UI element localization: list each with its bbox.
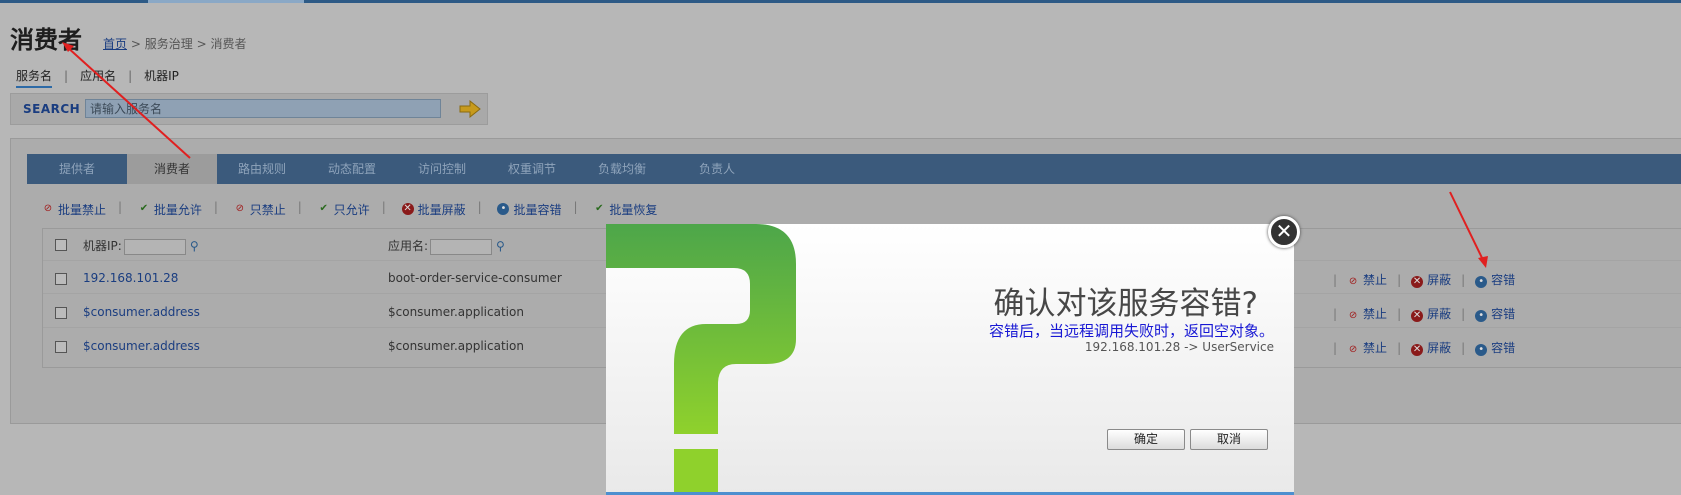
tolerance-icon: • [1475, 310, 1488, 322]
shield-icon: ✕ [1411, 276, 1424, 288]
search-mode-tabs: 服务名 | 应用名 | 机器IP [16, 67, 179, 88]
ip-filter: 机器IP: ⚲ [83, 237, 199, 255]
tab-dynamic-config[interactable]: 动态配置 [307, 154, 397, 184]
batch-actions-bar: ⊘ 批量禁止 | ✔ 批量允许 | ⊘ 只禁止 | ✔ 只允许 | ✕ 批量屏蔽 | • 批量容错 | … [42, 200, 658, 218]
consumer-ip-link[interactable]: $consumer.address [83, 305, 200, 319]
ban-icon: ⊘ [235, 203, 244, 214]
consumer-app: boot-order-service-consumer [388, 271, 562, 285]
row-actions: | ⊘ 禁止 | ✕ 屏蔽 | • 容错 [1333, 307, 1516, 322]
consumer-app: $consumer.application [388, 339, 524, 353]
magnifier-icon[interactable]: ⚲ [496, 239, 505, 253]
tolerance-icon: • [497, 203, 510, 215]
batch-disable-button[interactable]: ⊘ 批量禁止 [42, 201, 106, 218]
governance-tabs: 提供者 消费者 路由规则 动态配置 访问控制 权重调节 负载均衡 负责人 [27, 154, 1681, 184]
tolerance-link[interactable]: 容错 [1491, 273, 1515, 287]
close-icon[interactable]: ✕ [1268, 216, 1300, 248]
tab-weights[interactable]: 权重调节 [487, 154, 577, 184]
row-checkbox[interactable] [55, 307, 67, 319]
subtab-machine-ip[interactable]: 机器IP [144, 67, 179, 84]
tab-consumers[interactable]: 消费者 [127, 154, 217, 184]
shield-link[interactable]: 屏蔽 [1427, 307, 1451, 321]
disable-link[interactable]: 禁止 [1363, 341, 1387, 355]
batch-tolerance-button[interactable]: • 批量容错 [497, 201, 561, 218]
search-input[interactable]: 请输入服务名 [85, 99, 441, 118]
row-actions: | ⊘ 禁止 | ✕ 屏蔽 | • 容错 [1333, 341, 1516, 356]
tab-routes[interactable]: 路由规则 [217, 154, 307, 184]
app-filter-label: 应用名: [388, 239, 429, 253]
top-accent-bar [0, 0, 1681, 3]
tolerance-icon: • [1475, 344, 1488, 356]
confirm-button[interactable]: 确定 [1107, 429, 1185, 450]
tab-load-balance[interactable]: 负载均衡 [577, 154, 667, 184]
page-title: 消费者 [10, 26, 82, 54]
breadcrumb-sep: > [130, 37, 141, 51]
shield-icon: ✕ [1411, 310, 1424, 322]
shield-icon: ✕ [401, 203, 414, 215]
consumer-ip-link[interactable]: 192.168.101.28 [83, 271, 178, 285]
tolerance-icon: • [1475, 276, 1488, 288]
row-checkbox[interactable] [55, 273, 67, 285]
disable-link[interactable]: 禁止 [1363, 307, 1387, 321]
ban-icon: ⊘ [1348, 344, 1358, 355]
batch-allow-button[interactable]: ✔ 批量允许 [138, 201, 202, 218]
disable-link[interactable]: 禁止 [1363, 273, 1387, 287]
confirm-dialog: 确认对该服务容错? 容错后，当远程调用失败时，返回空对象。 192.168.10… [606, 224, 1294, 495]
batch-recover-button[interactable]: ✔ 批量恢复 [593, 201, 657, 218]
row-actions: | ⊘ 禁止 | ✕ 屏蔽 | • 容错 [1333, 273, 1516, 288]
app-filter-input[interactable] [430, 238, 493, 255]
consumer-app: $consumer.application [388, 305, 524, 319]
only-allow-button[interactable]: ✔ 只允许 [318, 201, 369, 218]
ip-filter-input[interactable] [123, 238, 186, 255]
ban-icon: ⊘ [1348, 310, 1358, 321]
tolerance-link[interactable]: 容错 [1491, 307, 1515, 321]
breadcrumb: 首页 > 服务治理 > 消费者 [103, 35, 246, 52]
search-bar: SEARCH 请输入服务名 [10, 93, 488, 125]
subtab-app-name[interactable]: 应用名 [80, 67, 116, 84]
check-icon: ✔ [319, 203, 328, 214]
ban-icon: ⊘ [43, 203, 53, 214]
ban-icon: ⊘ [1348, 276, 1358, 287]
question-mark-icon [606, 224, 796, 495]
shield-link[interactable]: 屏蔽 [1427, 273, 1451, 287]
only-disable-button[interactable]: ⊘ 只禁止 [234, 201, 286, 218]
check-icon: ✔ [595, 203, 604, 214]
check-icon: ✔ [139, 203, 149, 214]
breadcrumb-level2: 服务治理 [144, 37, 193, 51]
dialog-message: 容错后，当远程调用失败时，返回空对象。 [988, 322, 1274, 340]
search-label: SEARCH [23, 102, 81, 116]
tolerance-link[interactable]: 容错 [1491, 341, 1515, 355]
shield-icon: ✕ [1411, 344, 1424, 356]
search-go-arrow-icon[interactable] [459, 100, 481, 118]
subtab-service-name[interactable]: 服务名 [16, 67, 53, 88]
consumer-ip-link[interactable]: $consumer.address [83, 339, 200, 353]
cancel-button[interactable]: 取消 [1190, 429, 1268, 450]
ip-filter-label: 机器IP: [83, 239, 122, 253]
magnifier-icon[interactable]: ⚲ [190, 239, 199, 253]
dialog-title: 确认对该服务容错? [993, 286, 1258, 322]
row-checkbox[interactable] [55, 341, 67, 353]
tab-providers[interactable]: 提供者 [27, 154, 127, 184]
breadcrumb-home-link[interactable]: 首页 [103, 37, 127, 51]
batch-shield-button[interactable]: ✕ 批量屏蔽 [401, 201, 466, 218]
shield-link[interactable]: 屏蔽 [1427, 341, 1451, 355]
tab-owners[interactable]: 负责人 [667, 154, 767, 184]
tab-access-control[interactable]: 访问控制 [397, 154, 487, 184]
app-filter: 应用名: ⚲ [388, 237, 505, 255]
breadcrumb-level3: 消费者 [210, 37, 247, 51]
breadcrumb-sep: > [196, 37, 207, 51]
dialog-detail: 192.168.101.28 -> UserService [1084, 340, 1274, 354]
select-all-checkbox[interactable] [55, 239, 67, 251]
